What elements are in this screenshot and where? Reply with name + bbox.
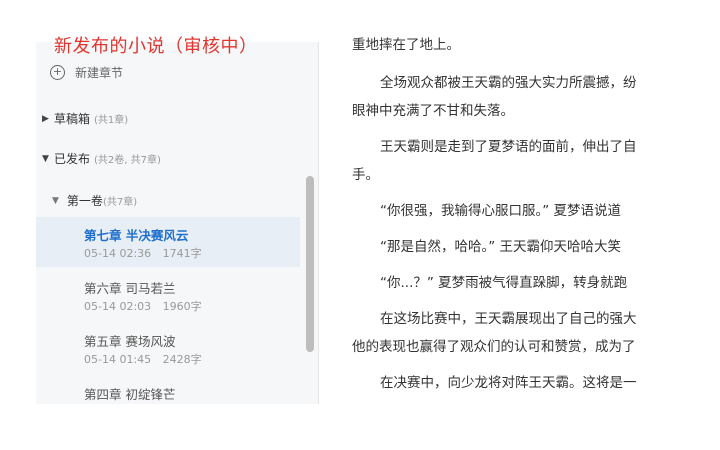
chapter-meta: 05-14 02:36 1741字 [84,245,210,261]
chapter-content: 重地摔在了地上。 全场观众都被王天霸的强大实力所震撼，纷 眼神中充满了不甘和失落… [352,0,682,410]
new-chapter-button[interactable]: + 新建章节 [50,64,123,81]
chapter-item[interactable]: 第四章 初绽锋芒 [36,376,300,404]
plus-circle-icon: + [50,65,65,80]
chapter-title: 第六章 司马若兰 [84,281,176,296]
drafts-folder[interactable]: ▶ 草稿箱 (共1章) [42,110,128,127]
content-line: 他的表现也赢得了观众们的认可和赞赏，成为了 [352,339,636,355]
volume-label: 第一卷 [66,194,103,208]
chapter-date: 05-14 02:03 [84,300,152,313]
content-line: “那是自然，哈哈。” 王天霸仰天哈哈大笑 [380,239,622,255]
chapter-item[interactable]: 第六章 司马若兰 05-14 02:03 1960字 [36,270,300,320]
published-count: (共2卷, 共7章) [94,155,161,166]
chapter-words: 1741字 [162,247,202,260]
caret-right-icon: ▶ [42,113,49,124]
review-status-note: 新发布的小说（审核中） [54,36,258,57]
content-line: 王天霸则是走到了夏梦语的面前，伸出了自 [380,139,637,155]
drafts-count: (共1章) [94,115,129,126]
chapter-meta: 05-14 01:45 2428字 [84,351,210,367]
volume-item[interactable]: ▼ 第一卷 (共7章) [52,192,137,209]
content-line: 眼神中充满了不甘和失落。 [352,103,514,119]
new-chapter-label: 新建章节 [75,66,124,80]
published-folder[interactable]: ▼ 已发布 (共2卷, 共7章) [42,150,161,167]
content-line: “你...？” 夏梦雨被气得直跺脚，转身就跑 [380,275,628,291]
chapter-title: 第七章 半决赛风云 [84,228,189,243]
content-line: 在决赛中，向少龙将对阵王天霸。这将是一 [380,375,637,391]
volume-count: (共7章) [102,197,138,208]
content-line: 在这场比赛中，王天霸展现出了自己的强大 [380,311,637,327]
chapter-date: 05-14 02:36 [84,247,152,260]
caret-down-icon: ▼ [52,195,59,206]
chapter-item[interactable]: 第五章 赛场风波 05-14 01:45 2428字 [36,323,300,373]
caret-down-icon: ▼ [42,153,49,164]
sidebar-scrollbar[interactable] [306,176,314,352]
content-line: “你很强，我输得心服口服。” 夏梦语说道 [380,203,622,219]
content-line: 重地摔在了地上。 [352,37,460,53]
content-line: 全场观众都被王天霸的强大实力所震撼，纷 [380,75,637,91]
published-label: 已发布 [54,152,91,166]
chapter-words: 2428字 [162,353,202,366]
drafts-label: 草稿箱 [54,112,91,126]
chapter-meta: 05-14 02:03 1960字 [84,298,210,314]
chapter-date: 05-14 01:45 [84,353,152,366]
chapter-item[interactable]: 第七章 半决赛风云 05-14 02:36 1741字 [36,217,300,267]
content-line: 手。 [352,167,379,183]
chapter-words: 1960字 [162,300,202,313]
content-fade [352,398,692,410]
chapter-title: 第五章 赛场风波 [84,334,176,349]
chapter-title: 第四章 初绽锋芒 [84,387,176,402]
chapter-sidebar: + 新建章节 ▶ 草稿箱 (共1章) ▼ 已发布 (共2卷, 共7章) ▼ 第一… [36,42,319,404]
